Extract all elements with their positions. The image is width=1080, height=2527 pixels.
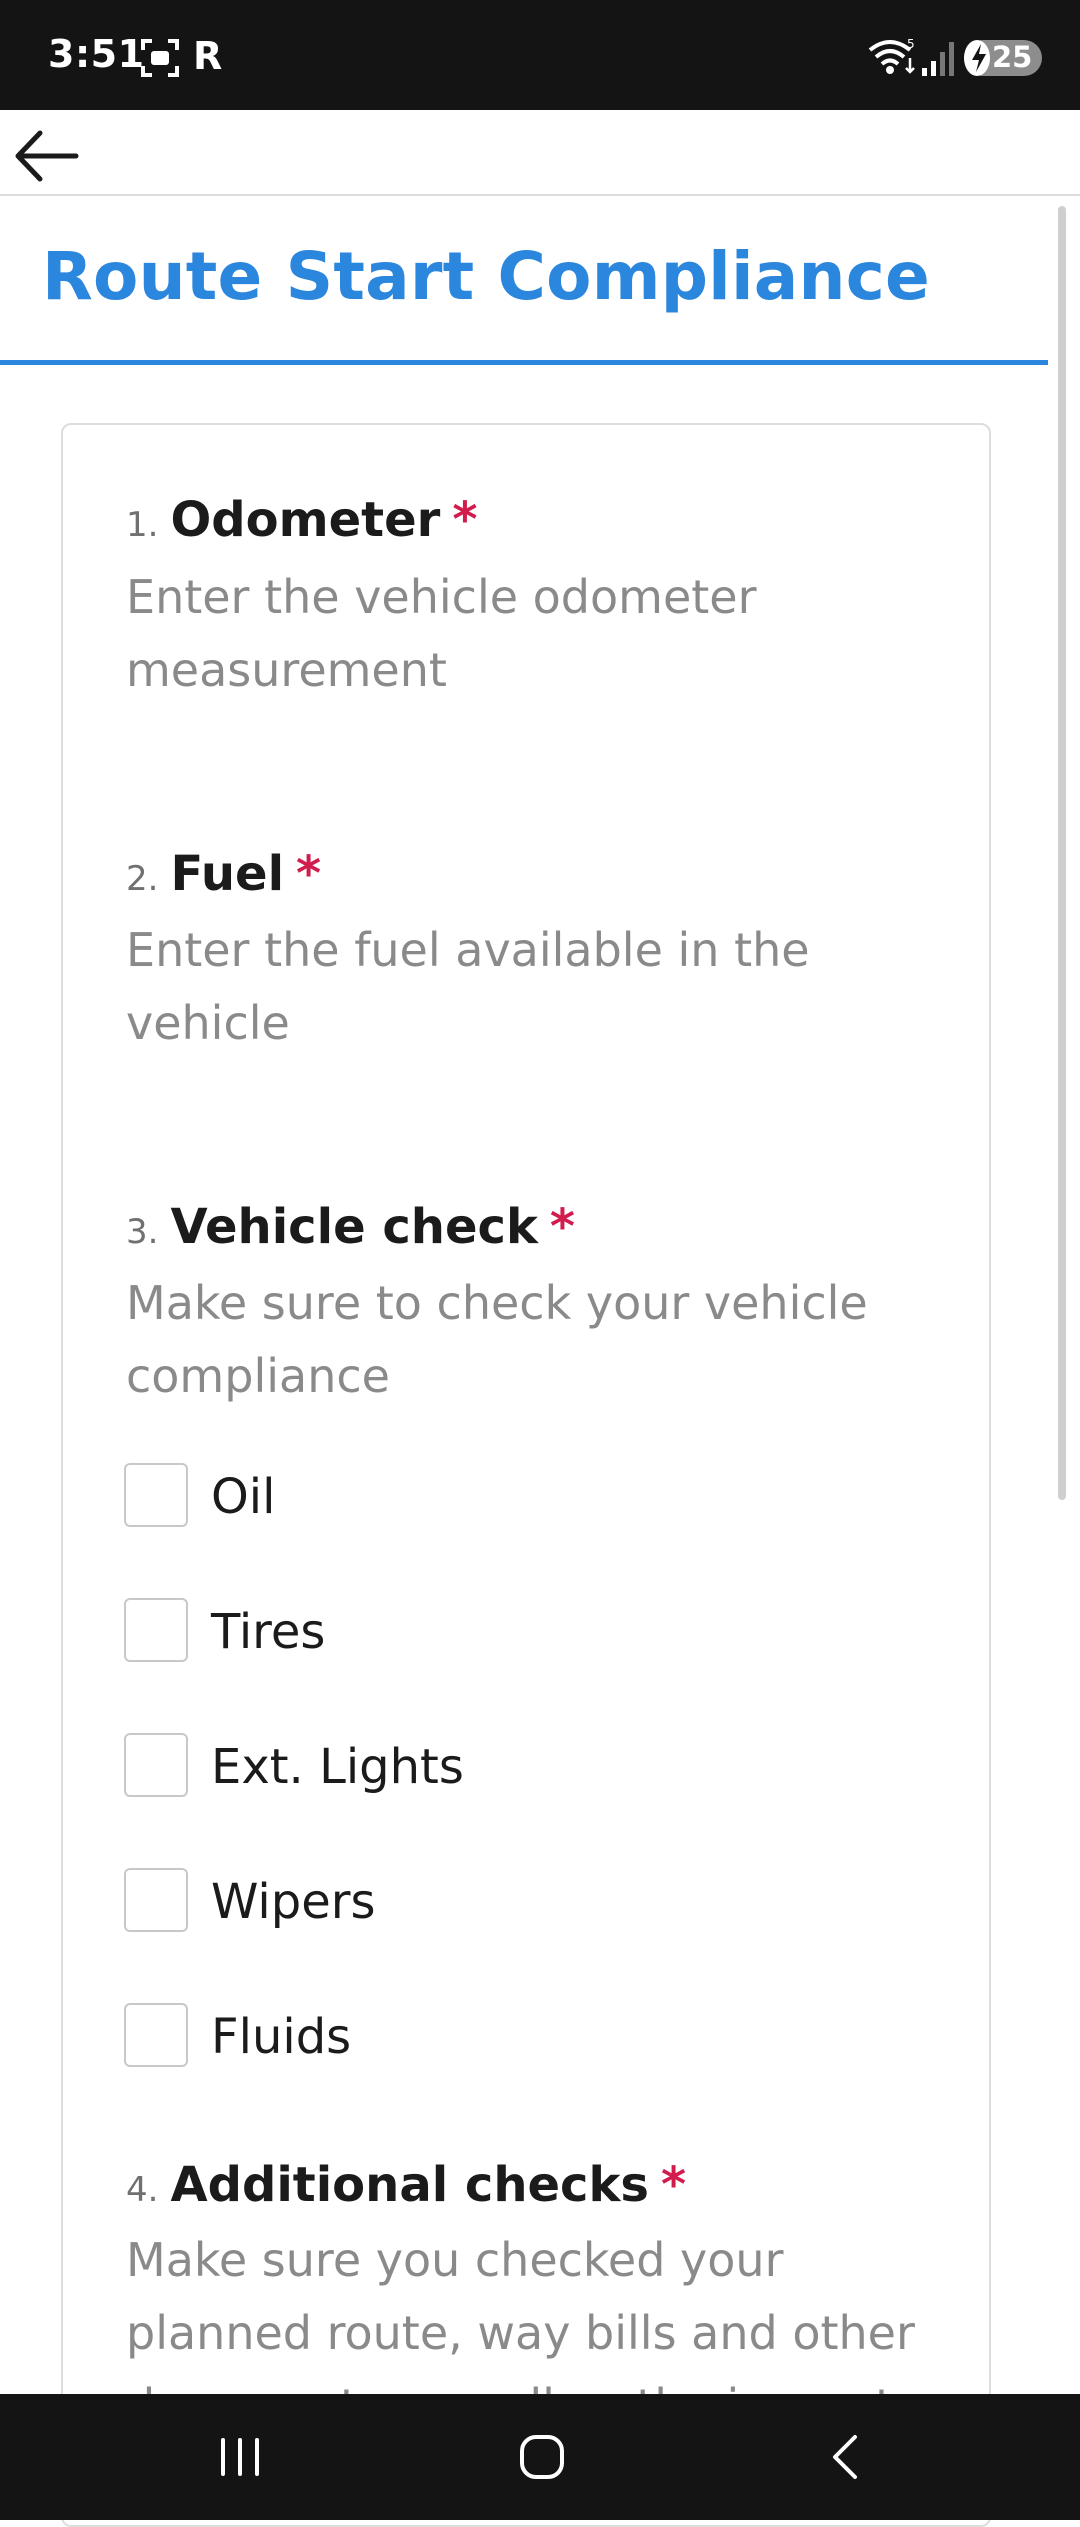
recents-icon[interactable] <box>195 2424 285 2490</box>
checkbox[interactable] <box>124 1733 188 1797</box>
option-ext-lights[interactable]: Ext. Lights <box>124 1733 824 1803</box>
question-number: 3. <box>126 1212 159 1252</box>
question-vehicle-check-title: 3. Vehicle check * <box>126 1199 575 1255</box>
question-label: Vehicle check <box>170 1199 538 1255</box>
required-marker: * <box>296 846 322 902</box>
required-marker: * <box>661 2157 687 2213</box>
option-wipers[interactable]: Wipers <box>124 1868 824 1938</box>
question-odometer-description: Enter the vehicle odometer measurement <box>126 570 757 697</box>
question-fuel-title: 2. Fuel * <box>126 846 321 902</box>
question-additional-checks-title: 4. Additional checks * <box>126 2157 686 2213</box>
question-label: Odometer <box>170 492 441 548</box>
navigation-bar <box>0 2394 1080 2520</box>
question-number: 1. <box>126 505 159 545</box>
svg-text:5: 5 <box>907 37 915 51</box>
option-label: Ext. Lights <box>211 1739 464 1795</box>
signal-icon <box>922 42 954 76</box>
screenshot-icon <box>141 39 179 77</box>
question-vehicle-check-description: Make sure to check your vehicle complian… <box>126 1276 868 1403</box>
title-underline <box>0 360 1048 365</box>
checkbox[interactable] <box>124 2003 188 2067</box>
option-label: Tires <box>211 1604 326 1660</box>
app-toolbar <box>0 110 1080 196</box>
option-label: Fluids <box>211 2009 352 2065</box>
arrow-left-icon[interactable] <box>10 126 80 186</box>
clock: 3:51 <box>48 32 145 76</box>
question-number: 2. <box>126 859 159 899</box>
battery-level: 25 <box>992 40 1033 74</box>
question-fuel-description: Enter the fuel available in the vehicle <box>126 923 810 1050</box>
required-marker: * <box>452 492 478 548</box>
home-icon[interactable] <box>497 2424 587 2490</box>
roaming-indicator: R <box>193 34 223 78</box>
option-label: Wipers <box>211 1874 376 1930</box>
status-bar: 3:51 R 5 25 <box>0 0 1080 110</box>
required-marker: * <box>549 1199 575 1255</box>
question-label: Additional checks <box>170 2157 649 2213</box>
option-oil[interactable]: Oil <box>124 1463 824 1533</box>
page-title: Route Start Compliance <box>42 238 930 315</box>
option-fluids[interactable]: Fluids <box>124 2003 824 2073</box>
question-label: Fuel <box>170 846 285 902</box>
question-odometer-title: 1. Odometer * <box>126 492 477 548</box>
checkbox[interactable] <box>124 1868 188 1932</box>
option-label: Oil <box>211 1469 276 1525</box>
scrollbar[interactable] <box>1058 206 1066 1500</box>
option-tires[interactable]: Tires <box>124 1598 824 1668</box>
checkbox[interactable] <box>124 1598 188 1662</box>
wifi-icon: 5 <box>868 37 915 74</box>
checkbox[interactable] <box>124 1463 188 1527</box>
back-chevron-icon[interactable] <box>800 2424 890 2490</box>
question-number: 4. <box>126 2170 159 2210</box>
